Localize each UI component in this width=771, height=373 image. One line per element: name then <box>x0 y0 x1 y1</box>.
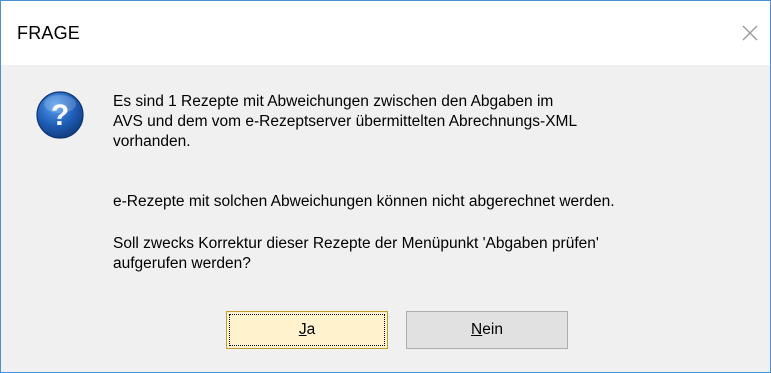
no-button-label-rest: ein <box>482 321 503 338</box>
message-paragraph-2: e-Rezepte mit solchen Abweichungen könne… <box>113 193 615 210</box>
yes-button-label-rest: a <box>306 321 316 338</box>
no-button-mnemonic: N <box>471 321 483 338</box>
no-button[interactable]: Nein <box>406 311 568 349</box>
message-area: ? Es sind 1 Rezepte mit Abweichungen zwi… <box>1 65 770 287</box>
svg-text:?: ? <box>51 99 69 132</box>
button-bar: Ja Nein <box>1 287 770 372</box>
message-paragraph-3: Soll zwecks Korrektur dieser Rezepte der… <box>113 235 599 272</box>
message-paragraph-1: Es sind 1 Rezepte mit Abweichungen zwisc… <box>113 93 578 150</box>
close-button[interactable] <box>736 19 764 47</box>
yes-button-mnemonic: J <box>298 321 307 338</box>
question-mark-icon: ? <box>36 91 84 139</box>
question-dialog: FRAGE ? Es sind 1 Rezepte mit Abweichung… <box>0 0 771 373</box>
close-x-icon <box>742 25 758 41</box>
dialog-title: FRAGE <box>17 23 81 43</box>
yes-button[interactable]: Ja <box>226 311 388 349</box>
title-bar[interactable]: FRAGE <box>1 1 770 65</box>
